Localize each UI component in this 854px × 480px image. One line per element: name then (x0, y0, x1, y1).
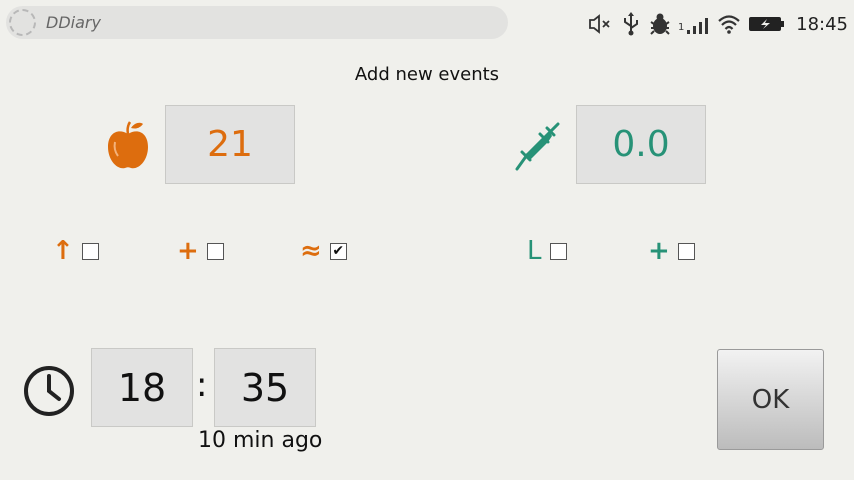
flag-long[interactable]: L (527, 238, 567, 264)
arrow-up-icon: ↑ (52, 236, 74, 266)
time-separator: : (196, 365, 208, 405)
sim-label: 1 (678, 22, 685, 33)
rising-checkbox[interactable] (81, 242, 99, 260)
relative-time: 10 min ago (198, 428, 323, 453)
apple-icon (108, 121, 148, 169)
usb-icon (624, 12, 638, 36)
insulin-input[interactable]: 0.0 (576, 105, 706, 184)
flag-carb-extra[interactable]: + (177, 238, 224, 264)
long-acting-checkbox[interactable] (549, 242, 567, 260)
app-icon (9, 9, 36, 36)
minute-input[interactable]: 35 (214, 348, 316, 427)
approx-icon: ≈ (300, 236, 322, 266)
plus-icon: + (648, 236, 670, 266)
app-name: DDiary (46, 13, 101, 32)
flag-rising[interactable]: ↑ (52, 238, 99, 264)
status-bar: DDiary 1 18:45 (0, 0, 854, 46)
status-clock: 18:45 (796, 14, 848, 35)
carb-extra-checkbox[interactable] (206, 242, 224, 260)
flag-insulin-extra[interactable]: + (648, 238, 695, 264)
signal-icon (687, 18, 708, 34)
syringe-icon (515, 122, 560, 171)
battery-icon (749, 17, 784, 31)
bug-icon (650, 13, 670, 35)
wifi-icon (718, 15, 740, 34)
mute-icon (589, 14, 610, 34)
plus-icon: + (177, 236, 199, 266)
hour-input[interactable]: 18 (91, 348, 193, 427)
flag-approx[interactable]: ≈ ✔ (300, 238, 347, 264)
page-title: Add new events (354, 64, 500, 85)
carbs-input[interactable]: 21 (165, 105, 295, 184)
approx-checkbox[interactable]: ✔ (329, 242, 347, 260)
insulin-extra-checkbox[interactable] (677, 242, 695, 260)
long-acting-label: L (527, 236, 542, 266)
app-title-bar[interactable]: DDiary (6, 6, 508, 39)
clock-icon (24, 366, 74, 416)
ok-button[interactable]: OK (717, 349, 824, 450)
